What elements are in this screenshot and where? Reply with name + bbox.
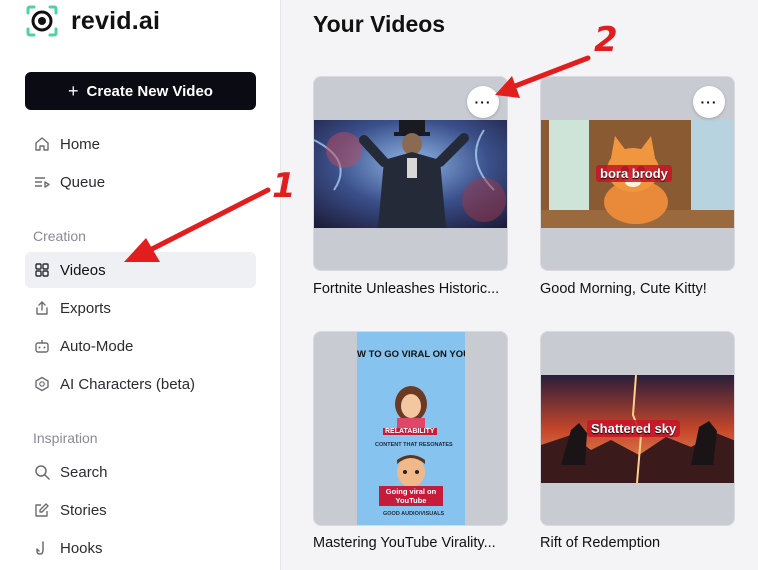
sidebar-item-label: Home <box>60 135 101 153</box>
logo-icon <box>25 4 59 38</box>
hexagon-icon <box>33 375 51 393</box>
video-title[interactable]: Rift of Redemption <box>540 535 660 551</box>
create-new-video-button[interactable]: + Create New Video <box>25 72 256 110</box>
hook-icon <box>33 539 51 557</box>
queue-icon <box>33 173 51 191</box>
plus-icon: + <box>68 81 79 101</box>
thumbnail-heading: W TO GO VIRAL ON YOUTU <box>357 349 465 360</box>
sidebar-item-search[interactable]: Search <box>25 454 256 490</box>
video-caption-overlay: Shattered sky <box>587 420 681 437</box>
sidebar-item-hooks[interactable]: Hooks <box>25 530 256 566</box>
thumbnail-subtext: GOOD AUDIO/VISUALS <box>383 511 445 517</box>
sidebar-item-label: Exports <box>60 299 111 317</box>
sidebar-item-home[interactable]: Home <box>25 126 256 162</box>
sidebar-item-label: Queue <box>60 173 106 191</box>
thumbnail-subtext: CONTENT THAT RESONATES <box>375 442 453 448</box>
video-card[interactable]: bora brody ··· <box>540 76 735 271</box>
edit-icon <box>33 501 51 519</box>
section-label-inspiration: Inspiration <box>33 430 98 446</box>
grid-icon <box>33 261 51 279</box>
video-title[interactable]: Good Morning, Cute Kitty! <box>540 281 707 297</box>
section-label-creation: Creation <box>33 228 86 244</box>
video-card[interactable]: Shattered sky <box>540 331 735 526</box>
more-options-button[interactable]: ··· <box>467 86 499 118</box>
sidebar-item-auto-mode[interactable]: Auto-Mode <box>25 328 256 364</box>
sidebar-item-label: AI Characters (beta) <box>60 375 196 393</box>
more-options-button[interactable]: ··· <box>693 86 725 118</box>
thumbnail-label: RELATABILITY <box>383 428 437 435</box>
sidebar-item-videos[interactable]: Videos <box>25 252 256 288</box>
sidebar: revid.ai + Create New Video Home Queue C… <box>0 0 281 570</box>
sidebar-item-exports[interactable]: Exports <box>25 290 256 326</box>
video-title[interactable]: Mastering YouTube Virality... <box>313 535 496 551</box>
sidebar-item-stories[interactable]: Stories <box>25 492 256 528</box>
video-card[interactable]: ··· <box>313 76 508 271</box>
sidebar-item-label: Hooks <box>60 539 103 557</box>
video-card[interactable]: W TO GO VIRAL ON YOUTU RELATABILITY CONT… <box>313 331 508 526</box>
brand-name: revid.ai <box>71 6 161 35</box>
thumbnail-caption: Going viral on YouTube <box>379 486 443 506</box>
sidebar-item-ai-characters[interactable]: AI Characters (beta) <box>25 366 256 402</box>
sidebar-item-label: Videos <box>60 261 106 279</box>
create-new-video-label: Create New Video <box>86 82 213 100</box>
video-title[interactable]: Fortnite Unleashes Historic... <box>313 281 499 297</box>
home-icon <box>33 135 51 153</box>
export-icon <box>33 299 51 317</box>
more-icon: ··· <box>700 94 718 110</box>
robot-icon <box>33 337 51 355</box>
page-title: Your Videos <box>313 11 446 37</box>
video-thumbnail: W TO GO VIRAL ON YOUTU RELATABILITY CONT… <box>357 332 465 525</box>
video-thumbnail <box>314 120 507 228</box>
sidebar-item-label: Auto-Mode <box>60 337 134 355</box>
brand-logo[interactable]: revid.ai <box>25 4 160 38</box>
more-icon: ··· <box>474 94 492 110</box>
sidebar-item-label: Search <box>60 463 108 481</box>
annotation-number-2: 2 <box>594 20 618 60</box>
video-caption-overlay: bora brody <box>596 165 672 182</box>
search-icon <box>33 463 51 481</box>
annotation-number-1: 1 <box>272 166 296 206</box>
sidebar-item-queue[interactable]: Queue <box>25 164 256 200</box>
sidebar-item-label: Stories <box>60 501 107 519</box>
